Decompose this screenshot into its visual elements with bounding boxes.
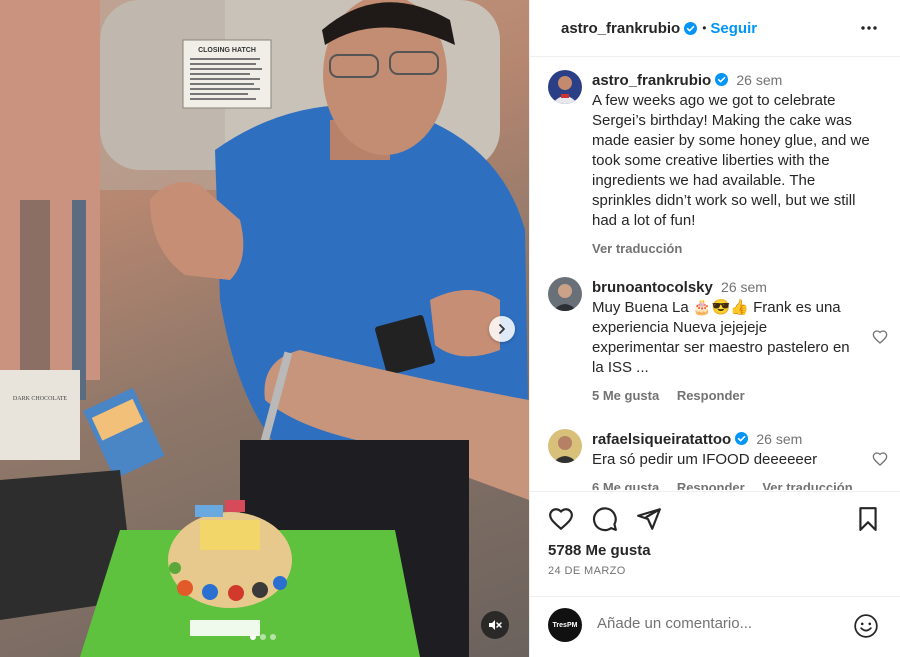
carousel-dot [250, 634, 256, 640]
carousel-dot [260, 634, 266, 640]
astronaut-avatar-image [548, 70, 582, 104]
more-options-icon[interactable] [859, 20, 879, 36]
post-actions: 5788 Me gusta 24 DE MARZO [530, 491, 900, 596]
caption-body: astro_frankrubio 26 sem A few weeks ago … [592, 70, 877, 259]
avatar[interactable] [548, 429, 582, 463]
add-comment-bar: TresPM [530, 596, 900, 657]
reply-button[interactable]: Responder [677, 388, 745, 403]
avatar[interactable] [548, 70, 582, 104]
translate-link[interactable]: Ver traducción [762, 480, 852, 490]
caption-time[interactable]: 26 sem [736, 72, 782, 88]
post-date[interactable]: 24 DE MARZO [548, 565, 626, 577]
chevron-right-icon [499, 324, 505, 334]
follow-button[interactable]: Seguir [710, 20, 757, 37]
caption-username[interactable]: astro_frankrubio [592, 72, 711, 89]
comment-likes[interactable]: 5 Me gusta [592, 388, 659, 403]
comment-body: brunoantocolsky 26 sem Muy Buena La 🎂😎👍 … [592, 277, 877, 406]
speaker-muted-icon [489, 620, 502, 630]
comment-item: brunoantocolsky 26 sem Muy Buena La 🎂😎👍 … [548, 277, 888, 417]
post-details-panel: astro_frankrubio • Seguir astro_frankrub… [529, 0, 900, 657]
like-heart-icon[interactable] [548, 506, 574, 532]
verified-badge-icon [684, 21, 698, 35]
like-comment-heart-icon[interactable] [872, 329, 888, 345]
reply-button[interactable]: Responder [677, 480, 745, 490]
caption-meta: Ver traducción [592, 239, 877, 259]
comment-body: rafaelsiqueiratattoo 26 sem Era só pedir… [592, 429, 877, 490]
carousel-dot [270, 634, 276, 640]
video-frame: CLOSING HATCH DARK CHOCOLATE [0, 0, 529, 657]
save-bookmark-icon[interactable] [855, 506, 881, 532]
verified-badge-icon [735, 432, 749, 445]
next-slide-button[interactable] [489, 316, 515, 342]
like-comment-heart-icon[interactable] [872, 451, 888, 467]
caption: astro_frankrubio 26 sem A few weeks ago … [548, 70, 888, 260]
emoji-icon[interactable] [853, 613, 879, 639]
comment-meta: 5 Me gusta Responder [592, 386, 877, 406]
post-header: astro_frankrubio • Seguir [530, 0, 900, 57]
current-user-avatar: TresPM [548, 608, 582, 642]
comment-text: Era só pedir um IFOOD deeeeeer [592, 451, 818, 468]
translate-link[interactable]: Ver traducción [592, 241, 682, 256]
avatar[interactable] [548, 277, 582, 311]
comment-likes[interactable]: 6 Me gusta [592, 480, 659, 490]
caption-text: A few weeks ago we got to celebrate Serg… [592, 92, 870, 229]
comment-text: Muy Buena La 🎂😎👍 Frank es una experienci… [592, 299, 850, 376]
comment-time[interactable]: 26 sem [756, 431, 802, 447]
user-avatar-image [548, 429, 582, 463]
hatch-sign: CLOSING HATCH [198, 47, 256, 54]
svg-text:DARK CHOCOLATE: DARK CHOCOLATE [13, 396, 68, 402]
comments-list[interactable]: astro_frankrubio 26 sem A few weeks ago … [530, 58, 900, 490]
carousel-indicator [250, 634, 276, 640]
post-media[interactable]: CLOSING HATCH DARK CHOCOLATE [0, 0, 529, 657]
comment-time[interactable]: 26 sem [721, 279, 767, 295]
separator-dot: • [702, 21, 707, 35]
comment-item: rafaelsiqueiratattoo 26 sem Era só pedir… [548, 429, 888, 490]
author-username[interactable]: astro_frankrubio [561, 20, 680, 37]
comment-username[interactable]: brunoantocolsky [592, 279, 713, 296]
user-avatar-image [548, 277, 582, 311]
share-send-icon[interactable] [636, 506, 662, 532]
mute-button[interactable] [481, 611, 509, 639]
verified-badge-icon [715, 73, 729, 86]
comment-meta: 6 Me gusta Responder Ver traducción [592, 478, 877, 490]
likes-count[interactable]: 5788 Me gusta [548, 542, 651, 559]
comment-input[interactable] [597, 615, 837, 632]
comment-username[interactable]: rafaelsiqueiratattoo [592, 431, 731, 448]
comment-bubble-icon[interactable] [592, 506, 618, 532]
